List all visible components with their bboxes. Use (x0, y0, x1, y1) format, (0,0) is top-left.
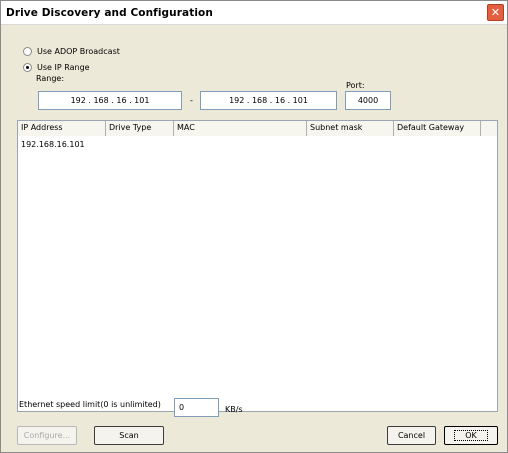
port-input[interactable]: 4000 (345, 91, 391, 110)
scan-button[interactable]: Scan (94, 426, 164, 445)
list-header: IP Address Drive Type MAC Subnet mask De… (18, 121, 497, 136)
column-header-drive-type[interactable]: Drive Type (106, 121, 174, 136)
column-header-mac[interactable]: MAC (174, 121, 307, 136)
configure-button[interactable]: Configure... (17, 426, 77, 445)
range-dash: - (190, 96, 193, 105)
close-icon: ✕ (490, 6, 501, 19)
title-bar[interactable]: Drive Discovery and Configuration ✕ (1, 1, 507, 25)
range-start-input[interactable]: 192 . 168 . 16 . 101 (38, 91, 182, 110)
ok-button[interactable]: OK (444, 426, 498, 445)
radio-ip-range-icon[interactable] (23, 63, 32, 72)
column-header-subnet[interactable]: Subnet mask (307, 121, 394, 136)
radio-adop-broadcast[interactable]: Use ADOP Broadcast (23, 47, 120, 56)
dialog-window: Drive Discovery and Configuration ✕ Use … (0, 0, 508, 453)
range-end-input[interactable]: 192 . 168 . 16 . 101 (200, 91, 337, 110)
ok-button-label: OK (454, 430, 488, 441)
row-ip-cell: 192.168.16.101 (21, 140, 85, 149)
radio-adop-icon[interactable] (23, 47, 32, 56)
close-button[interactable]: ✕ (487, 4, 504, 21)
port-label: Port: (346, 81, 365, 90)
radio-ip-range-label: Use IP Range (37, 63, 90, 72)
speed-unit-label: KB/s (225, 405, 243, 414)
window-title: Drive Discovery and Configuration (6, 7, 213, 19)
dialog-body: Use ADOP Broadcast Use IP Range Range: 1… (1, 26, 507, 452)
column-header-filler (481, 121, 497, 136)
speed-limit-input[interactable]: 0 (174, 398, 219, 417)
drive-list[interactable]: IP Address Drive Type MAC Subnet mask De… (17, 120, 498, 412)
range-label: Range: (36, 74, 65, 83)
cancel-button[interactable]: Cancel (387, 426, 436, 445)
speed-limit-label: Ethernet speed limit(0 is unlimited) (19, 400, 161, 409)
table-row[interactable]: 192.168.16.101 (21, 140, 85, 149)
column-header-gateway[interactable]: Default Gateway (394, 121, 481, 136)
radio-adop-label: Use ADOP Broadcast (37, 47, 120, 56)
column-header-ip[interactable]: IP Address (18, 121, 106, 136)
radio-ip-range[interactable]: Use IP Range (23, 63, 90, 72)
